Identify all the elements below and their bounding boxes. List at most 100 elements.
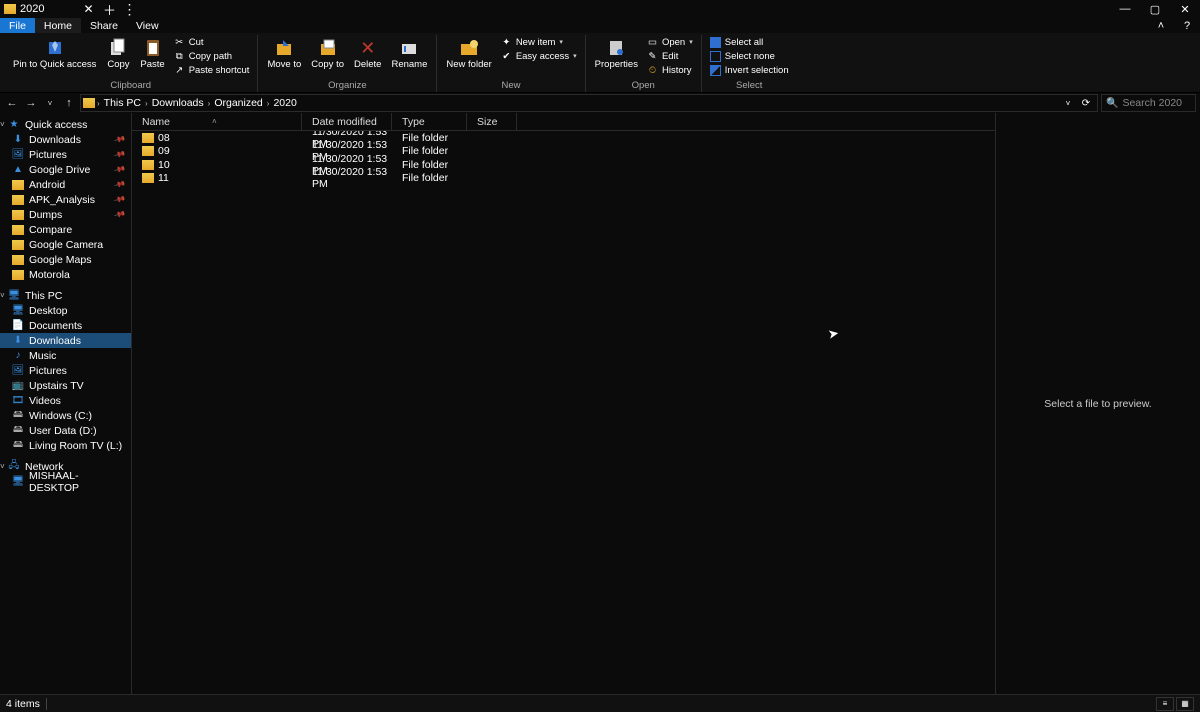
sidebar-item-compare[interactable]: Compare <box>0 222 131 237</box>
folder-icon <box>142 133 154 143</box>
sidebar-item-user-data-d-[interactable]: 🖴User Data (D:) <box>0 423 131 438</box>
invert-selection-button[interactable]: Invert selection <box>707 63 792 77</box>
column-header-name[interactable]: Name˄ <box>132 113 302 130</box>
folder-icon <box>142 173 154 183</box>
minimize-button[interactable]: — <box>1110 0 1140 18</box>
edit-button[interactable]: ✎Edit <box>644 49 696 63</box>
pin-icon: 📌 <box>113 178 126 191</box>
tab-add-button[interactable]: ＋ <box>100 0 118 18</box>
preview-pane: Select a file to preview. <box>995 113 1200 694</box>
nav-back-button[interactable]: ← <box>4 95 20 111</box>
breadcrumb-item[interactable]: Downloads <box>150 97 206 109</box>
sidebar-item-music[interactable]: ♪Music <box>0 348 131 363</box>
history-icon: ⏲ <box>647 65 658 76</box>
sidebar-item-dumps[interactable]: Dumps📌 <box>0 207 131 222</box>
view-thumbnails-button[interactable]: ▦ <box>1176 697 1194 711</box>
paste-button[interactable]: Paste <box>136 35 168 72</box>
sidebar-item-android[interactable]: Android📌 <box>0 177 131 192</box>
file-row[interactable]: 0811/30/2020 1:53 PMFile folder <box>132 131 995 145</box>
close-button[interactable]: ✕ <box>1170 0 1200 18</box>
address-dropdown-button[interactable]: ˅ <box>1061 99 1075 108</box>
tab-close-button[interactable]: ✕ <box>80 1 96 17</box>
open-button[interactable]: ▭Open <box>644 35 696 49</box>
rename-icon <box>398 37 420 59</box>
select-none-button[interactable]: Select none <box>707 49 792 63</box>
history-button[interactable]: ⏲History <box>644 63 696 77</box>
ribbon-tab-view[interactable]: View <box>127 18 168 33</box>
sidebar-item-google-camera[interactable]: Google Camera <box>0 237 131 252</box>
ribbon-tab-file[interactable]: File <box>0 18 35 33</box>
maximize-button[interactable]: ▢ <box>1140 0 1170 18</box>
ribbon-tab-home[interactable]: Home <box>35 18 81 33</box>
pin-to-quick-access-button[interactable]: Pin to Quick access <box>9 35 100 72</box>
breadcrumb-item[interactable]: This PC <box>102 97 143 109</box>
sidebar-quick-access[interactable]: ˅★Quick access <box>0 117 131 132</box>
copy-button[interactable]: Copy <box>102 35 134 72</box>
folder-icon <box>12 180 24 190</box>
ribbon-collapse-button[interactable]: ˄ <box>1148 18 1174 33</box>
sidebar-item-pictures[interactable]: 🖼Pictures📌 <box>0 147 131 162</box>
file-row[interactable]: 1011/30/2020 1:53 PMFile folder <box>132 158 995 172</box>
address-bar[interactable]: › This PC› Downloads› Organized› 2020 ˅ … <box>80 94 1098 112</box>
new-folder-button[interactable]: New folder <box>442 35 495 72</box>
copy-path-button[interactable]: ⧉Copy path <box>171 49 253 63</box>
sidebar-item-downloads[interactable]: ⬇Downloads📌 <box>0 132 131 147</box>
sidebar-item-living-room-tv-l-[interactable]: 🖴Living Room TV (L:) <box>0 438 131 453</box>
sidebar-item-google-drive[interactable]: ▲Google Drive📌 <box>0 162 131 177</box>
status-bar: 4 items ≡ ▦ <box>0 694 1200 712</box>
folder-icon <box>12 240 24 250</box>
rename-button[interactable]: Rename <box>387 35 431 72</box>
search-box[interactable]: 🔍 Search 2020 <box>1101 94 1196 112</box>
file-row[interactable]: 0911/30/2020 1:53 PMFile folder <box>132 145 995 159</box>
properties-button[interactable]: Properties <box>591 35 642 72</box>
file-row[interactable]: 1111/30/2020 1:53 PMFile folder <box>132 172 995 186</box>
easy-access-icon: ✔ <box>501 51 512 62</box>
pc-icon: 🖥 <box>8 290 20 302</box>
cut-button[interactable]: ✂Cut <box>171 35 253 49</box>
sidebar-item-videos[interactable]: 🎞Videos <box>0 393 131 408</box>
move-to-button[interactable]: Move to <box>263 35 305 72</box>
copy-to-button[interactable]: Copy to <box>307 35 348 72</box>
ribbon-tabs: File Home Share View ˄ ? <box>0 18 1200 33</box>
select-group-label: Select <box>707 80 792 92</box>
ribbon-tab-share[interactable]: Share <box>81 18 127 33</box>
sidebar-item-upstairs-tv[interactable]: 📺Upstairs TV <box>0 378 131 393</box>
nav-recent-button[interactable]: ˅ <box>42 95 58 111</box>
column-header-type[interactable]: Type <box>392 113 467 130</box>
paste-shortcut-button[interactable]: ↗Paste shortcut <box>171 63 253 77</box>
nav-up-button[interactable]: ↑ <box>61 95 77 111</box>
window-tab[interactable]: 2020 <box>0 0 50 18</box>
nav-forward-button[interactable]: → <box>23 95 39 111</box>
sidebar-item-google-maps[interactable]: Google Maps <box>0 252 131 267</box>
sidebar-item-downloads[interactable]: ⬇Downloads <box>0 333 131 348</box>
navigation-pane[interactable]: ˅★Quick access ⬇Downloads📌🖼Pictures📌▲Goo… <box>0 113 132 694</box>
view-details-button[interactable]: ≡ <box>1156 697 1174 711</box>
sidebar-item-documents[interactable]: 📄Documents <box>0 318 131 333</box>
folder-icon <box>12 225 24 235</box>
tab-menu-button[interactable]: ⋮ <box>122 0 136 18</box>
computer-icon: 🖥 <box>12 476 24 488</box>
sidebar-item-pictures[interactable]: 🖼Pictures <box>0 363 131 378</box>
sidebar-item-windows-c-[interactable]: 🖴Windows (C:) <box>0 408 131 423</box>
column-header-size[interactable]: Size <box>467 113 517 130</box>
pin-icon: 📌 <box>113 208 126 221</box>
breadcrumb-item[interactable]: Organized <box>212 97 264 109</box>
sort-asc-icon: ˄ <box>212 117 217 126</box>
column-header-date[interactable]: Date modified <box>302 113 392 130</box>
star-icon: ★ <box>8 119 20 131</box>
delete-button[interactable]: ✕ Delete <box>350 35 385 72</box>
sidebar-item-desktop[interactable]: 🖥Desktop <box>0 303 131 318</box>
breadcrumb-item[interactable]: 2020 <box>271 97 298 109</box>
select-all-button[interactable]: Select all <box>707 35 792 49</box>
tab-title: 2020 <box>20 3 44 15</box>
ribbon-help-button[interactable]: ? <box>1174 18 1200 33</box>
sidebar-item-apk_analysis[interactable]: APK_Analysis📌 <box>0 192 131 207</box>
sidebar-item-motorola[interactable]: Motorola <box>0 267 131 282</box>
easy-access-button[interactable]: ✔Easy access <box>498 49 580 63</box>
sidebar-network-host[interactable]: 🖥MISHAAL-DESKTOP <box>0 474 131 489</box>
new-item-button[interactable]: ✦New item <box>498 35 580 49</box>
documents-icon: 📄 <box>12 320 24 332</box>
copy-path-icon: ⧉ <box>174 51 185 62</box>
refresh-button[interactable]: ⟳ <box>1077 98 1095 109</box>
sidebar-this-pc[interactable]: ˅🖥This PC <box>0 288 131 303</box>
